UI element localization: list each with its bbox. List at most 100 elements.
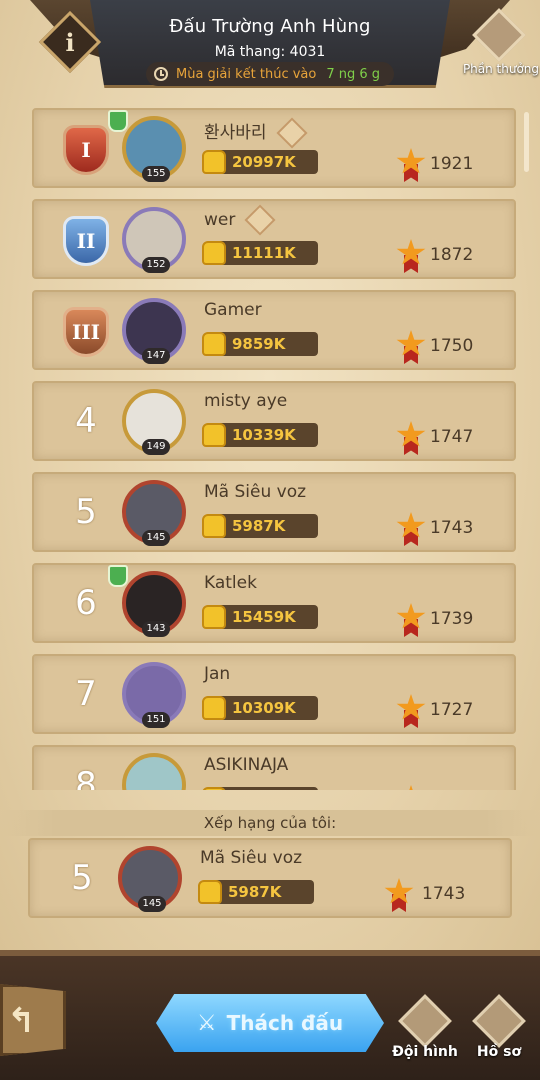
avatar[interactable]: 151 xyxy=(122,662,188,728)
arena-points: 1743 xyxy=(422,884,466,904)
fist-icon xyxy=(202,696,226,720)
avatar[interactable]: 155 xyxy=(108,110,188,182)
arena-points: 1750 xyxy=(430,336,474,356)
ranking-list[interactable]: I 155 환사바리 20997K 1921 II 152 wer 11111K… xyxy=(0,108,540,790)
arena-points: 1727 xyxy=(430,700,474,720)
medal-icon xyxy=(396,239,426,273)
avatar[interactable]: 145 xyxy=(118,846,184,912)
level-badge: 152 xyxy=(142,257,170,273)
ranking-row-1[interactable]: I 155 환사바리 20997K 1921 xyxy=(32,108,516,188)
back-arrow-icon: ↰ xyxy=(7,1001,36,1041)
season-label: Mùa giải kết thúc vào xyxy=(176,66,317,82)
header: Đấu Trường Anh Hùng Mã thang: 4031 Mùa g… xyxy=(0,0,540,96)
rank-number: 6 xyxy=(75,583,97,623)
level-badge: 151 xyxy=(142,712,170,728)
lineup-icon xyxy=(398,994,452,1048)
power-display: 5987K xyxy=(202,514,318,538)
arena-points: 1739 xyxy=(430,609,474,629)
medal-icon xyxy=(396,148,426,182)
rank-number: 8 xyxy=(75,765,97,790)
guild-icon xyxy=(108,110,128,132)
power-display: 10309K xyxy=(202,696,318,720)
season-countdown: Mùa giải kết thúc vào 7 ng 6 g xyxy=(146,62,394,86)
rank-badge-silver: II xyxy=(58,215,114,267)
avatar[interactable] xyxy=(122,753,188,790)
ranking-row-5[interactable]: 5 145 Mã Siêu voz 5987K 1743 xyxy=(32,472,516,552)
arena-points: 1743 xyxy=(430,518,474,538)
power-display: 11111K xyxy=(202,241,318,265)
player-name: Gamer xyxy=(204,300,262,320)
player-name: ASIKINAJA xyxy=(204,755,289,775)
medal-icon xyxy=(396,694,426,728)
reward-icon xyxy=(472,8,526,62)
clock-icon xyxy=(154,67,168,81)
fist-icon xyxy=(202,332,226,356)
ranking-row-6[interactable]: 6 143 Katlek 15459K 1739 xyxy=(32,563,516,643)
my-rank-row[interactable]: 5 145 Mã Siêu voz 5987K 1743 xyxy=(28,838,512,918)
level-badge: 145 xyxy=(138,896,166,912)
power-display xyxy=(202,787,318,790)
medal-icon xyxy=(384,878,414,912)
level-badge: 155 xyxy=(142,166,170,182)
fist-icon xyxy=(202,514,226,538)
ranking-row-4[interactable]: 4 149 misty aye 10339K 1747 xyxy=(32,381,516,461)
medal-icon xyxy=(396,421,426,455)
level-badge: 147 xyxy=(142,348,170,364)
profile-button[interactable]: Hồ sơ xyxy=(464,994,534,1066)
fist-icon xyxy=(202,605,226,629)
arena-points: 1921 xyxy=(430,154,474,174)
profile-icon xyxy=(472,994,526,1048)
avatar[interactable]: 149 xyxy=(122,389,188,455)
rank-number: 5 xyxy=(71,858,93,898)
info-icon: i xyxy=(65,27,75,57)
player-name: wer xyxy=(204,204,276,236)
power-display: 5987K xyxy=(198,880,314,904)
crossed-swords-icon: ⚔ xyxy=(196,1010,217,1036)
fist-icon xyxy=(202,150,226,174)
challenge-label: Thách đấu xyxy=(226,1011,344,1035)
power-display: 15459K xyxy=(202,605,318,629)
ranking-row-7[interactable]: 7 151 Jan 10309K 1727 xyxy=(32,654,516,734)
fist-icon xyxy=(202,241,226,265)
player-name: 환사바리 xyxy=(204,117,308,149)
player-name: Katlek xyxy=(204,573,257,593)
avatar[interactable]: 152 xyxy=(122,207,188,273)
rank-number: 4 xyxy=(75,401,97,441)
level-badge: 143 xyxy=(142,621,170,637)
player-name: misty aye xyxy=(204,391,288,411)
avatar[interactable]: 143 xyxy=(108,565,188,637)
power-display: 20997K xyxy=(202,150,318,174)
lineup-button[interactable]: Đội hình xyxy=(390,994,460,1066)
guild-icon xyxy=(108,565,128,587)
ranking-row-3[interactable]: III 147 Gamer 9859K 1750 xyxy=(32,290,516,370)
title-icon xyxy=(244,204,276,236)
season-time: 7 ng 6 g xyxy=(326,66,381,82)
ranking-row-2[interactable]: II 152 wer 11111K 1872 xyxy=(32,199,516,279)
back-button[interactable]: ↰ xyxy=(0,984,66,1056)
player-name: Mã Siêu voz xyxy=(200,848,303,868)
player-name: Jan xyxy=(204,664,231,684)
power-display: 9859K xyxy=(202,332,318,356)
medal-icon xyxy=(396,512,426,546)
medal-icon xyxy=(396,785,426,790)
level-badge: 149 xyxy=(142,439,170,455)
player-name: Mã Siêu voz xyxy=(204,482,307,502)
reward-label: Phần thưởng xyxy=(462,62,540,76)
avatar[interactable]: 147 xyxy=(122,298,188,364)
rank-badge-gold: I xyxy=(58,124,114,176)
ranking-row-8[interactable]: 8 ASIKINAJA xyxy=(32,745,516,790)
medal-icon xyxy=(396,603,426,637)
arena-points: 1747 xyxy=(430,427,474,447)
level-badge: 145 xyxy=(142,530,170,546)
rank-number: 7 xyxy=(75,674,97,714)
power-display: 10339K xyxy=(202,423,318,447)
scrollbar[interactable] xyxy=(524,112,529,172)
my-rank-header: Xếp hạng của tôi: xyxy=(0,810,540,836)
arena-points: 1872 xyxy=(430,245,474,265)
avatar[interactable]: 145 xyxy=(122,480,188,546)
medal-icon xyxy=(396,330,426,364)
fist-icon xyxy=(202,423,226,447)
fist-icon xyxy=(202,787,226,790)
reward-button[interactable]: Phần thưởng xyxy=(463,8,539,76)
challenge-button[interactable]: ⚔ Thách đấu xyxy=(156,994,384,1052)
